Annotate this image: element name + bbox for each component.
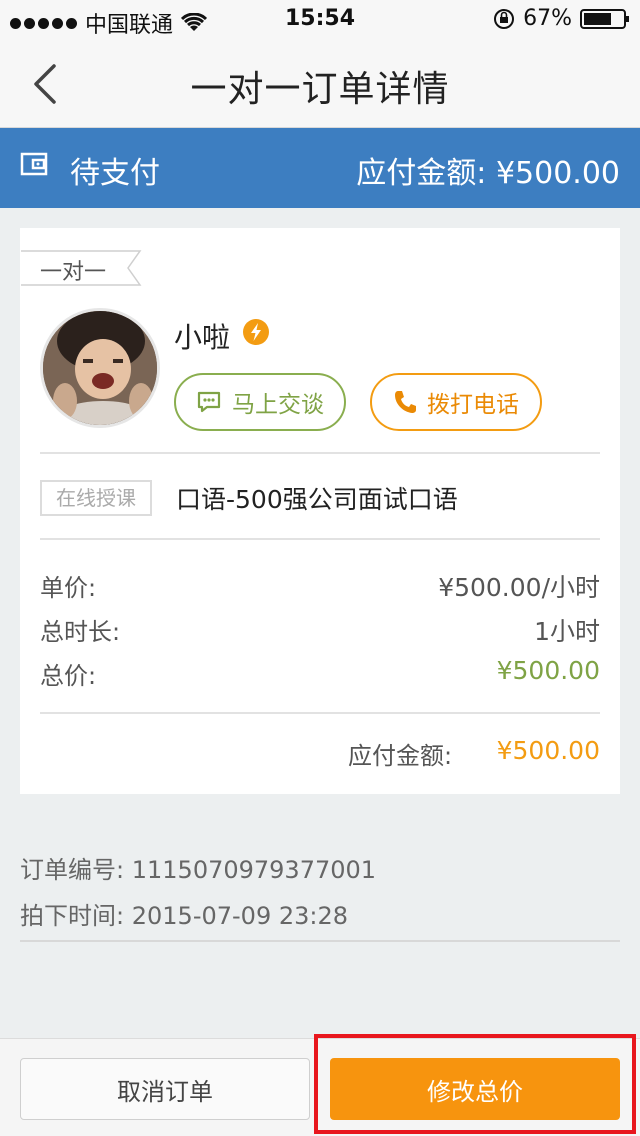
duration-value: 1小时 bbox=[534, 617, 600, 646]
total-price-value: ¥500.00 bbox=[496, 656, 600, 685]
lesson-type-label: 一对一 bbox=[40, 260, 107, 285]
total-price-label: 总价: bbox=[40, 662, 97, 690]
order-status: 待支付 bbox=[70, 156, 160, 191]
status-bar: 中国联通 15:54 67% bbox=[0, 0, 640, 40]
chat-now-button[interactable]: 马上交谈 bbox=[174, 373, 346, 431]
phone-icon bbox=[395, 391, 416, 413]
avatar-image bbox=[43, 311, 157, 425]
order-time-value: 2015-07-09 23:28 bbox=[131, 902, 349, 930]
order-time: 拍下时间: 2015-07-09 23:28 bbox=[20, 896, 348, 931]
order-number: 订单编号: 1115070979377001 bbox=[20, 850, 376, 885]
payable-value: ¥500.00 bbox=[496, 736, 600, 765]
lesson-type-tag: 一对一 bbox=[20, 250, 142, 286]
rotation-lock-icon bbox=[494, 8, 515, 29]
banner-amount-label: 应付金额: bbox=[356, 156, 487, 191]
call-phone-label: 拨打电话 bbox=[427, 392, 519, 418]
cancel-order-button[interactable]: 取消订单 bbox=[20, 1058, 310, 1120]
lightning-badge-icon bbox=[243, 319, 269, 345]
wallet-icon bbox=[20, 152, 48, 176]
nav-bar: 一对一订单详情 bbox=[0, 40, 640, 128]
payable-label: 应付金额: bbox=[348, 742, 453, 770]
order-time-label: 拍下时间: bbox=[20, 902, 125, 930]
avatar[interactable] bbox=[40, 308, 160, 428]
duration-label: 总时长: bbox=[40, 618, 121, 646]
teacher-name: 小啦 bbox=[174, 321, 231, 354]
unit-price-value: ¥500.00/小时 bbox=[438, 573, 600, 602]
divider bbox=[40, 452, 600, 454]
chat-now-label: 马上交谈 bbox=[232, 392, 324, 418]
divider bbox=[40, 538, 600, 540]
order-number-label: 订单编号: bbox=[20, 856, 125, 884]
battery-percent: 67% bbox=[523, 6, 572, 31]
divider bbox=[40, 712, 600, 714]
order-status-banner: 待支付 应付金额: ¥500.00 bbox=[0, 128, 640, 208]
course-mode-tag: 在线授课 bbox=[40, 480, 152, 516]
order-number-value: 1115070979377001 bbox=[131, 856, 377, 884]
banner-amount: 应付金额: ¥500.00 bbox=[356, 148, 620, 192]
status-right: 67% bbox=[493, 6, 630, 31]
battery-icon bbox=[580, 8, 629, 29]
unit-price-label: 单价: bbox=[40, 574, 97, 602]
divider bbox=[20, 940, 620, 942]
page-title: 一对一订单详情 bbox=[190, 69, 450, 110]
chat-bubble-icon bbox=[197, 391, 221, 413]
bottom-action-bar: 取消订单 修改总价 bbox=[0, 1038, 640, 1136]
call-phone-button[interactable]: 拨打电话 bbox=[370, 373, 542, 431]
banner-amount-value: ¥500.00 bbox=[495, 156, 620, 191]
order-card: 一对一 小啦 马上交谈 拨打电话 在线授课 口语-500强公司面试口语 单价: … bbox=[20, 228, 620, 794]
modify-total-price-button[interactable]: 修改总价 bbox=[330, 1058, 620, 1120]
course-title: 口语-500强公司面试口语 bbox=[176, 485, 458, 514]
